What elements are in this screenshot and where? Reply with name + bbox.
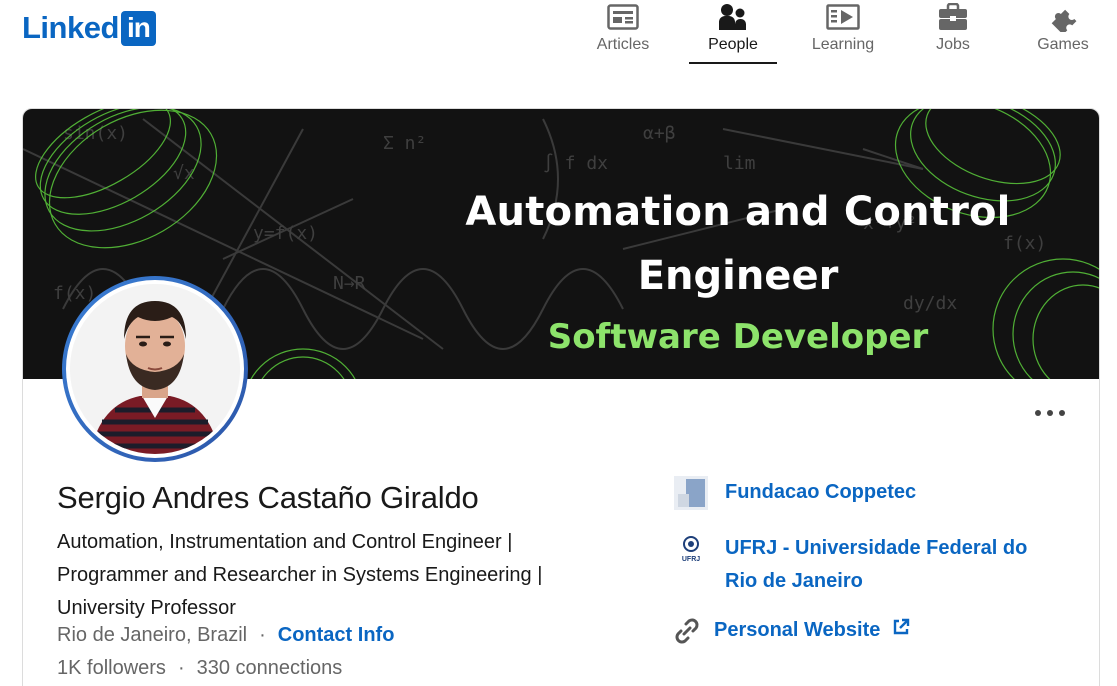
games-icon	[1046, 2, 1080, 32]
ufrj-logo-text: UFRJ	[682, 556, 700, 563]
avatar-illustration	[70, 284, 240, 454]
banner-title-line2: Engineer	[637, 253, 839, 299]
articles-icon	[606, 2, 640, 32]
nav-label: People	[708, 36, 758, 53]
svg-text:Σ n²: Σ n²	[383, 133, 426, 154]
org-coppetec[interactable]: Fundacao Coppetec	[674, 476, 916, 510]
followers-count[interactable]: 1K followers	[57, 657, 166, 680]
ellipsis-icon	[1035, 410, 1065, 416]
svg-text:y=f(x): y=f(x)	[253, 223, 318, 244]
jobs-icon	[936, 2, 970, 32]
coppetec-logo	[674, 476, 708, 510]
profile-photo[interactable]	[62, 276, 248, 462]
learning-icon	[826, 2, 860, 32]
more-options-button[interactable]	[1031, 401, 1069, 425]
org-label: Fundacao Coppetec	[725, 481, 917, 503]
svg-text:lim: lim	[723, 153, 756, 174]
connections-count[interactable]: 330 connections	[197, 657, 343, 680]
linkedin-logo[interactable]: Linked in	[22, 10, 156, 46]
nav-jobs[interactable]: Jobs	[898, 0, 1008, 64]
nav-people[interactable]: People	[689, 0, 777, 64]
profile-location: Rio de Janeiro, Brazil	[57, 624, 248, 646]
nav-articles[interactable]: Articles	[568, 0, 678, 64]
profile-name: Sergio Andres Castaño Giraldo	[57, 480, 479, 515]
avatar	[70, 284, 240, 454]
svg-text:f(x): f(x)	[1003, 233, 1046, 254]
personal-website-link[interactable]: Personal Website	[672, 614, 910, 647]
nav-label: Games	[1037, 36, 1089, 53]
profile-headline: Automation, Instrumentation and Control …	[57, 531, 543, 619]
nav-games[interactable]: Games	[1008, 0, 1117, 64]
nav-label: Learning	[811, 36, 875, 53]
top-nav: Articles People Learning Jobs Games	[568, 0, 1117, 64]
nav-label: Articles	[596, 36, 650, 53]
org-label: UFRJ - Universidade Federal do Rio de Ja…	[725, 537, 1028, 592]
network-stats: 1K followers · 330 connections	[57, 657, 342, 680]
nav-learning[interactable]: Learning	[788, 0, 898, 64]
separator-dot: ·	[259, 624, 266, 646]
people-icon	[716, 2, 750, 32]
contact-info-link[interactable]: Contact Info	[278, 624, 395, 647]
nav-label: Jobs	[936, 36, 970, 53]
org-ufrj[interactable]: UFRJ UFRJ - Universidade Federal do Rio …	[674, 532, 1055, 598]
location-row: Rio de Janeiro, Brazil · Contact Info	[57, 624, 394, 647]
svg-text:α+β: α+β	[643, 123, 676, 144]
svg-text:∫ f dx: ∫ f dx	[543, 153, 608, 174]
org-label: Personal Website	[714, 619, 881, 641]
external-link-icon	[892, 618, 910, 641]
linkedin-profile-page: Linked in Articles People Learning Jobs …	[0, 0, 1117, 686]
logo-word: Linked	[22, 10, 119, 45]
link-icon	[672, 616, 702, 646]
separator-dot: ·	[177, 657, 185, 679]
ufrj-logo: UFRJ	[674, 532, 708, 566]
banner-title-line1: Automation and Control	[465, 189, 1011, 235]
svg-text:N→R: N→R	[333, 273, 366, 294]
logo-box: in	[120, 10, 156, 46]
banner-subtitle: Software Developer	[547, 317, 929, 357]
